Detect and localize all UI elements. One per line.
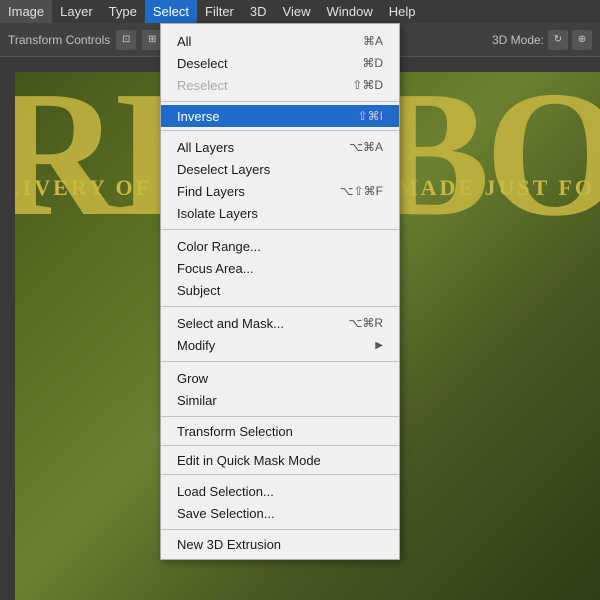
select-menu-all-label: All	[177, 34, 191, 49]
select-menu-transform-selection-label: Transform Selection	[177, 424, 293, 439]
select-menu-section-2: All Layers ⌥⌘A Deselect Layers Find Laye…	[161, 134, 399, 226]
select-menu-all-layers-label: All Layers	[177, 140, 234, 155]
modify-submenu-arrow: ▶	[375, 340, 383, 351]
select-menu-modify-label: Modify	[177, 338, 215, 353]
select-menu-similar-label: Similar	[177, 393, 217, 408]
select-menu-select-and-mask[interactable]: Select and Mask... ⌥⌘R	[161, 312, 399, 334]
select-menu-deselect[interactable]: Deselect ⌘D	[161, 52, 399, 74]
select-menu-inverse-label: Inverse	[177, 109, 220, 124]
divider-5	[161, 361, 399, 362]
divider-6	[161, 416, 399, 417]
select-menu-modify[interactable]: Modify ▶	[161, 334, 399, 356]
select-menu-section-1: All ⌘A Deselect ⌘D Reselect ⇧⌘D	[161, 28, 399, 98]
select-menu-load-selection[interactable]: Load Selection...	[161, 480, 399, 502]
select-menu-reselect: Reselect ⇧⌘D	[161, 74, 399, 96]
menu-item-view[interactable]: View	[275, 0, 319, 23]
bg-text-made: MADE JUST FO	[397, 175, 595, 201]
select-menu-deselect-shortcut: ⌘D	[362, 56, 383, 70]
select-menu-new-3d-extrusion-label: New 3D Extrusion	[177, 537, 281, 552]
select-menu-all-layers[interactable]: All Layers ⌥⌘A	[161, 136, 399, 158]
select-menu-find-layers-label: Find Layers	[177, 184, 245, 199]
bg-text-delivery: LIVERY OF	[5, 175, 152, 201]
select-menu-load-selection-label: Load Selection...	[177, 484, 274, 499]
select-menu-grow[interactable]: Grow	[161, 367, 399, 389]
menu-item-window[interactable]: Window	[318, 0, 380, 23]
menu-item-image[interactable]: Image	[0, 0, 52, 23]
bg-text-bo: BO	[370, 50, 600, 257]
threed-mode-label: 3D Mode:	[492, 33, 544, 47]
select-menu-save-selection[interactable]: Save Selection...	[161, 502, 399, 524]
divider-2	[161, 130, 399, 131]
threed-mode: 3D Mode: ↻ ⊕	[492, 30, 592, 50]
transform-controls-icon1[interactable]: ⊡	[116, 30, 136, 50]
select-menu-save-selection-label: Save Selection...	[177, 506, 275, 521]
select-menu-all[interactable]: All ⌘A	[161, 30, 399, 52]
select-menu-isolate-layers[interactable]: Isolate Layers	[161, 202, 399, 224]
menu-bar-items: Image Layer Type Select Filter 3D View W…	[0, 0, 423, 23]
select-menu-edit-quick-mask-label: Edit in Quick Mask Mode	[177, 453, 321, 468]
select-menu-find-layers[interactable]: Find Layers ⌥⇧⌘F	[161, 180, 399, 202]
menu-item-help[interactable]: Help	[381, 0, 424, 23]
divider-8	[161, 474, 399, 475]
menu-item-select[interactable]: Select	[145, 0, 197, 23]
divider-3	[161, 229, 399, 230]
select-menu-all-shortcut: ⌘A	[363, 34, 383, 48]
select-menu-focus-area[interactable]: Focus Area...	[161, 257, 399, 279]
divider-4	[161, 306, 399, 307]
select-menu-section-4: Select and Mask... ⌥⌘R Modify ▶	[161, 310, 399, 358]
select-menu-color-range-label: Color Range...	[177, 239, 261, 254]
select-menu-deselect-layers-label: Deselect Layers	[177, 162, 270, 177]
threed-icon2[interactable]: ⊕	[572, 30, 592, 50]
divider-7	[161, 445, 399, 446]
select-menu-subject-label: Subject	[177, 283, 220, 298]
select-menu-transform-selection[interactable]: Transform Selection	[161, 420, 399, 442]
menu-item-layer[interactable]: Layer	[52, 0, 101, 23]
select-menu-select-and-mask-label: Select and Mask...	[177, 316, 284, 331]
select-dropdown-menu: All ⌘A Deselect ⌘D Reselect ⇧⌘D Inverse …	[160, 23, 400, 560]
select-menu-edit-quick-mask[interactable]: Edit in Quick Mask Mode	[161, 449, 399, 471]
select-menu-select-and-mask-shortcut: ⌥⌘R	[349, 316, 384, 330]
menu-item-type[interactable]: Type	[101, 0, 145, 23]
select-menu-new-3d-extrusion[interactable]: New 3D Extrusion	[161, 533, 399, 555]
select-menu-subject[interactable]: Subject	[161, 279, 399, 301]
select-menu-inverse[interactable]: Inverse ⇧⌘I	[161, 105, 399, 127]
menu-item-filter[interactable]: Filter	[197, 0, 242, 23]
select-menu-focus-area-label: Focus Area...	[177, 261, 254, 276]
select-menu-reselect-label: Reselect	[177, 78, 228, 93]
ruler-vertical	[0, 57, 15, 600]
divider-1	[161, 101, 399, 102]
select-menu-grow-label: Grow	[177, 371, 208, 386]
select-menu-section-5: Grow Similar	[161, 365, 399, 413]
divider-9	[161, 529, 399, 530]
select-menu-similar[interactable]: Similar	[161, 389, 399, 411]
select-menu-isolate-layers-label: Isolate Layers	[177, 206, 258, 221]
select-menu-reselect-shortcut: ⇧⌘D	[352, 78, 383, 92]
select-menu-section-3: Color Range... Focus Area... Subject	[161, 233, 399, 303]
menu-bar: Image Layer Type Select Filter 3D View W…	[0, 0, 600, 23]
select-menu-find-layers-shortcut: ⌥⇧⌘F	[340, 184, 383, 198]
select-menu-section-6: Load Selection... Save Selection...	[161, 478, 399, 526]
select-menu-color-range[interactable]: Color Range...	[161, 235, 399, 257]
select-menu-deselect-layers[interactable]: Deselect Layers	[161, 158, 399, 180]
transform-controls-label: Transform Controls	[8, 33, 110, 47]
menu-item-3d[interactable]: 3D	[242, 0, 275, 23]
threed-icon1[interactable]: ↻	[548, 30, 568, 50]
select-menu-deselect-label: Deselect	[177, 56, 228, 71]
select-menu-inverse-shortcut: ⇧⌘I	[358, 109, 383, 123]
select-menu-all-layers-shortcut: ⌥⌘A	[349, 140, 383, 154]
